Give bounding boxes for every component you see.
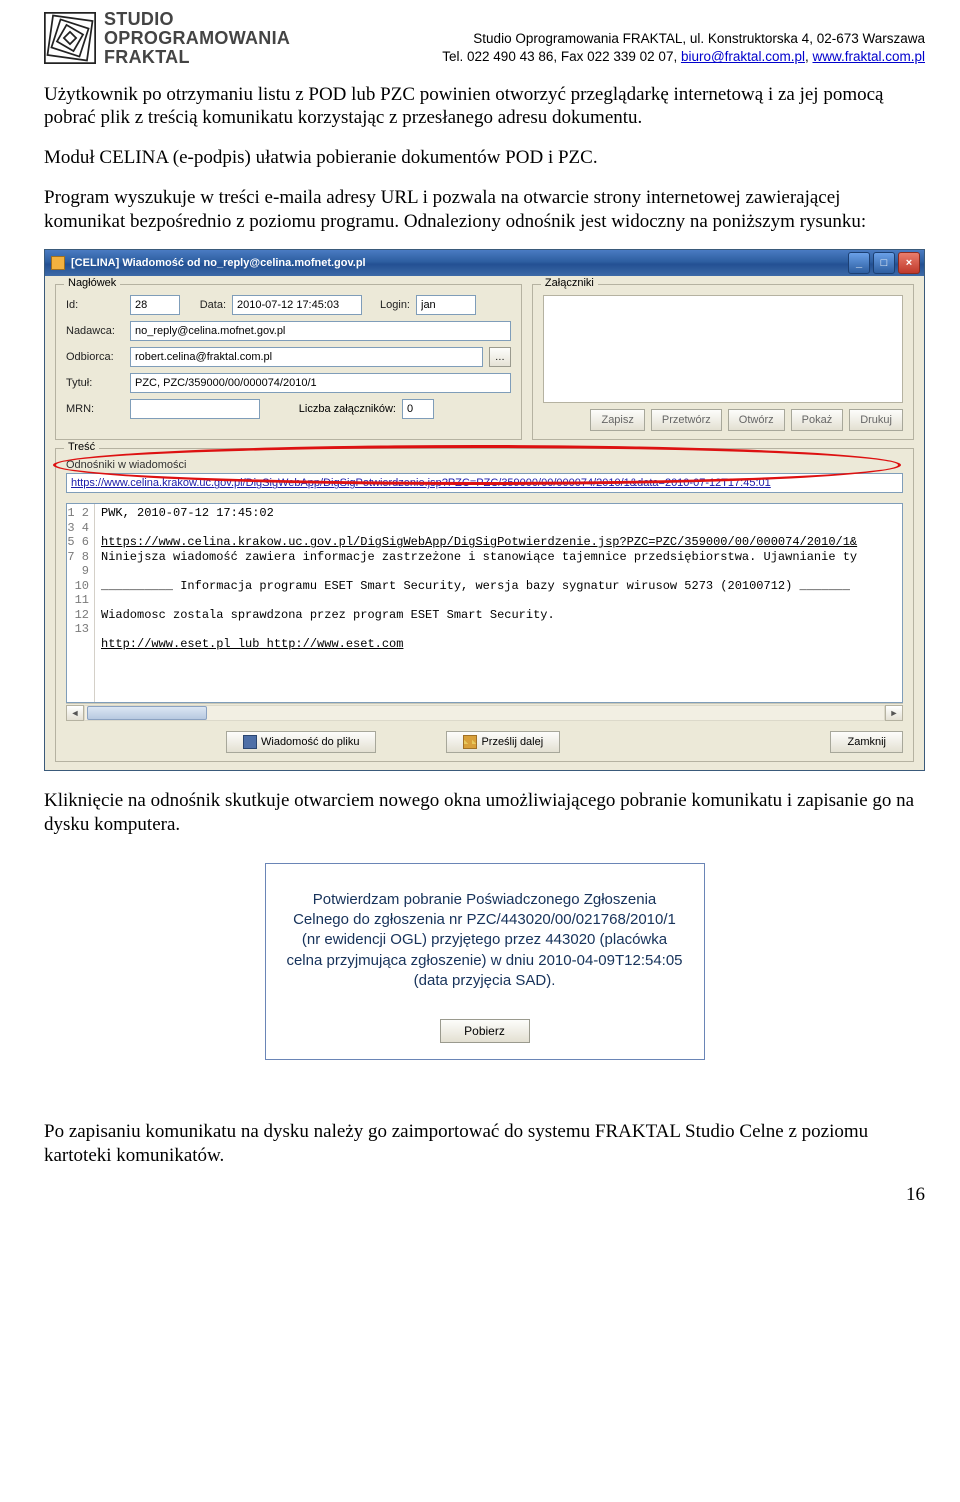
odbiorca-browse-button[interactable]: … <box>489 347 511 367</box>
liczba-label: Liczba załączników: <box>266 403 396 415</box>
site-link[interactable]: www.fraktal.com.pl <box>812 49 925 64</box>
data-field[interactable] <box>232 295 362 315</box>
wiadomosc-do-pliku-button[interactable]: Wiadomość do pliku <box>226 731 376 753</box>
confirmation-text: Potwierdzam pobranie Poświadczonego Zgło… <box>284 890 686 991</box>
email-link[interactable]: biuro@fraktal.com.pl <box>681 49 805 64</box>
paragraph-4: Kliknięcie na odnośnik skutkuje otwarcie… <box>44 789 925 837</box>
odbiorca-label: Odbiorca: <box>66 351 124 363</box>
message-body-text: PWK, 2010-07-12 17:45:02 https://www.cel… <box>95 504 902 702</box>
drukuj-button[interactable]: Drukuj <box>849 409 903 431</box>
tresc-fieldset: Treść Odnośniki w wiadomości https://www… <box>55 448 914 762</box>
window-title: [CELINA] Wiadomość od no_reply@celina.mo… <box>71 257 366 269</box>
legend-naglowek: Nagłówek <box>64 277 120 289</box>
logo-text: STUDIO OPROGRAMOWANIA FRAKTAL <box>104 10 290 67</box>
app-icon <box>51 256 65 270</box>
login-field[interactable] <box>416 295 476 315</box>
message-body-editor[interactable]: 1 2 3 4 5 6 7 8 9 10 11 12 13 PWK, 2010-… <box>66 503 903 703</box>
otworz-button[interactable]: Otwórz <box>728 409 785 431</box>
send-icon <box>463 735 477 749</box>
logo-area: STUDIO OPROGRAMOWANIA FRAKTAL <box>44 10 290 67</box>
paragraph-3: Program wyszukuje w treści e-maila adres… <box>44 186 925 234</box>
fraktal-logo-icon <box>44 12 96 64</box>
nadawca-label: Nadawca: <box>66 325 124 337</box>
tytul-label: Tytuł: <box>66 377 124 389</box>
scroll-thumb[interactable] <box>87 706 207 720</box>
legend-tresc: Treść <box>64 441 99 453</box>
id-label: Id: <box>66 299 124 311</box>
pokaz-button[interactable]: Pokaż <box>791 409 844 431</box>
confirmation-dialog: Potwierdzam pobranie Poświadczonego Zgło… <box>265 863 705 1060</box>
paragraph-2: Moduł CELINA (e-podpis) ułatwia pobieran… <box>44 146 925 170</box>
save-icon <box>243 735 257 749</box>
legend-zalaczniki: Załączniki <box>541 277 598 289</box>
data-label: Data: <box>186 299 226 311</box>
odnosniki-label: Odnośniki w wiadomości <box>66 459 903 471</box>
close-button[interactable]: × <box>898 252 920 274</box>
minimize-button[interactable]: _ <box>848 252 870 274</box>
page-header: STUDIO OPROGRAMOWANIA FRAKTAL Studio Opr… <box>44 10 925 67</box>
mrn-field[interactable] <box>130 399 260 419</box>
company-address: Studio Oprogramowania FRAKTAL, ul. Konst… <box>442 30 925 66</box>
page-number: 16 <box>44 1184 925 1206</box>
maximize-button[interactable]: □ <box>873 252 895 274</box>
naglowek-fieldset: Nagłówek Id: Data: Login: Nadawca: Odbio… <box>55 284 522 440</box>
scroll-track[interactable] <box>84 705 885 721</box>
window-buttons: _ □ × <box>848 252 920 274</box>
attachments-list[interactable] <box>543 295 903 403</box>
zamknij-button[interactable]: Zamknij <box>830 731 903 753</box>
odbiorca-field[interactable] <box>130 347 483 367</box>
id-field[interactable] <box>130 295 180 315</box>
scroll-right-button[interactable]: ► <box>885 705 903 721</box>
paragraph-1: Użytkownik po otrzymaniu listu z POD lub… <box>44 83 925 131</box>
line-gutter: 1 2 3 4 5 6 7 8 9 10 11 12 13 <box>67 504 95 702</box>
paragraph-5: Po zapisaniu komunikatu na dysku należy … <box>44 1120 925 1168</box>
scroll-left-button[interactable]: ◄ <box>66 705 84 721</box>
login-label: Login: <box>368 299 410 311</box>
zapisz-button[interactable]: Zapisz <box>590 409 644 431</box>
odnosnik-link[interactable]: https://www.celina.krakow.uc.gov.pl/DigS… <box>66 473 903 493</box>
nadawca-field[interactable] <box>130 321 511 341</box>
app-window: [CELINA] Wiadomość od no_reply@celina.mo… <box>44 249 925 771</box>
tytul-field[interactable] <box>130 373 511 393</box>
przetworz-button[interactable]: Przetwórz <box>651 409 722 431</box>
hscrollbar[interactable]: ◄ ► <box>66 703 903 721</box>
pobierz-button[interactable]: Pobierz <box>440 1019 530 1043</box>
zalaczniki-fieldset: Załączniki Zapisz Przetwórz Otwórz Pokaż… <box>532 284 914 440</box>
przeslij-dalej-button[interactable]: Prześlij dalej <box>446 731 560 753</box>
mrn-label: MRN: <box>66 403 124 415</box>
titlebar: [CELINA] Wiadomość od no_reply@celina.mo… <box>45 250 924 276</box>
bottom-button-row: Wiadomość do pliku Prześlij dalej Zamkni… <box>66 721 903 753</box>
liczba-field[interactable] <box>402 399 434 419</box>
